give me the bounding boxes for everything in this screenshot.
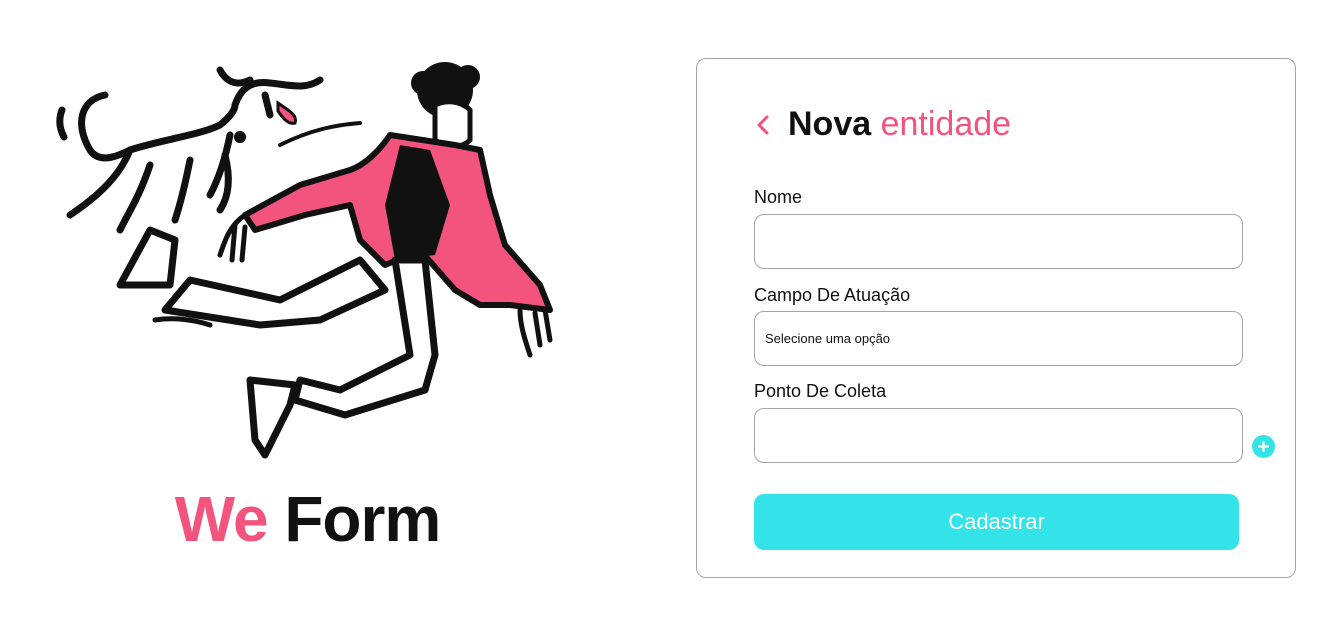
- back-button[interactable]: [754, 110, 772, 140]
- page: We Form Nova entidade Nome Campo De Atua…: [0, 0, 1318, 631]
- field-of-action-selected-value: Selecione uma opção: [765, 331, 891, 346]
- person-back-leg: [161, 256, 389, 329]
- card-header: Nova entidade: [754, 105, 1011, 144]
- title-part-1: Nova: [788, 105, 872, 143]
- name-label: Nome: [754, 187, 803, 207]
- person-back-shoe: [116, 226, 179, 289]
- dog-tongue: [276, 100, 298, 125]
- collection-point-input[interactable]: [754, 408, 1243, 463]
- field-of-action-label: Campo De Atuação: [754, 285, 911, 305]
- hero-section: We Form: [0, 0, 640, 631]
- person-right-hand: [517, 307, 553, 358]
- add-collection-point-button[interactable]: [1252, 435, 1275, 458]
- title-part-2: entidade: [880, 105, 1012, 143]
- brand-word-we: We: [174, 483, 269, 555]
- plus-icon: [1258, 441, 1269, 452]
- field-of-action-select[interactable]: Selecione uma opção: [754, 311, 1243, 366]
- person-front-shoe: [246, 376, 299, 459]
- submit-button[interactable]: Cadastrar: [754, 494, 1239, 550]
- page-title: Nova entidade: [788, 105, 1011, 144]
- chevron-left-icon: [757, 115, 769, 134]
- person-figure: [116, 62, 553, 459]
- person-running-with-dog-illustration: [56, 62, 553, 459]
- person-left-hand: [217, 212, 248, 263]
- brand-logo: We Form: [0, 482, 615, 556]
- dog-collar: [234, 131, 246, 143]
- collection-point-label: Ponto De Coleta: [754, 381, 887, 401]
- name-input[interactable]: [754, 214, 1243, 269]
- registration-card: Nova entidade Nome Campo De Atuação Sele…: [696, 58, 1296, 578]
- brand-word-form: Form: [284, 483, 441, 555]
